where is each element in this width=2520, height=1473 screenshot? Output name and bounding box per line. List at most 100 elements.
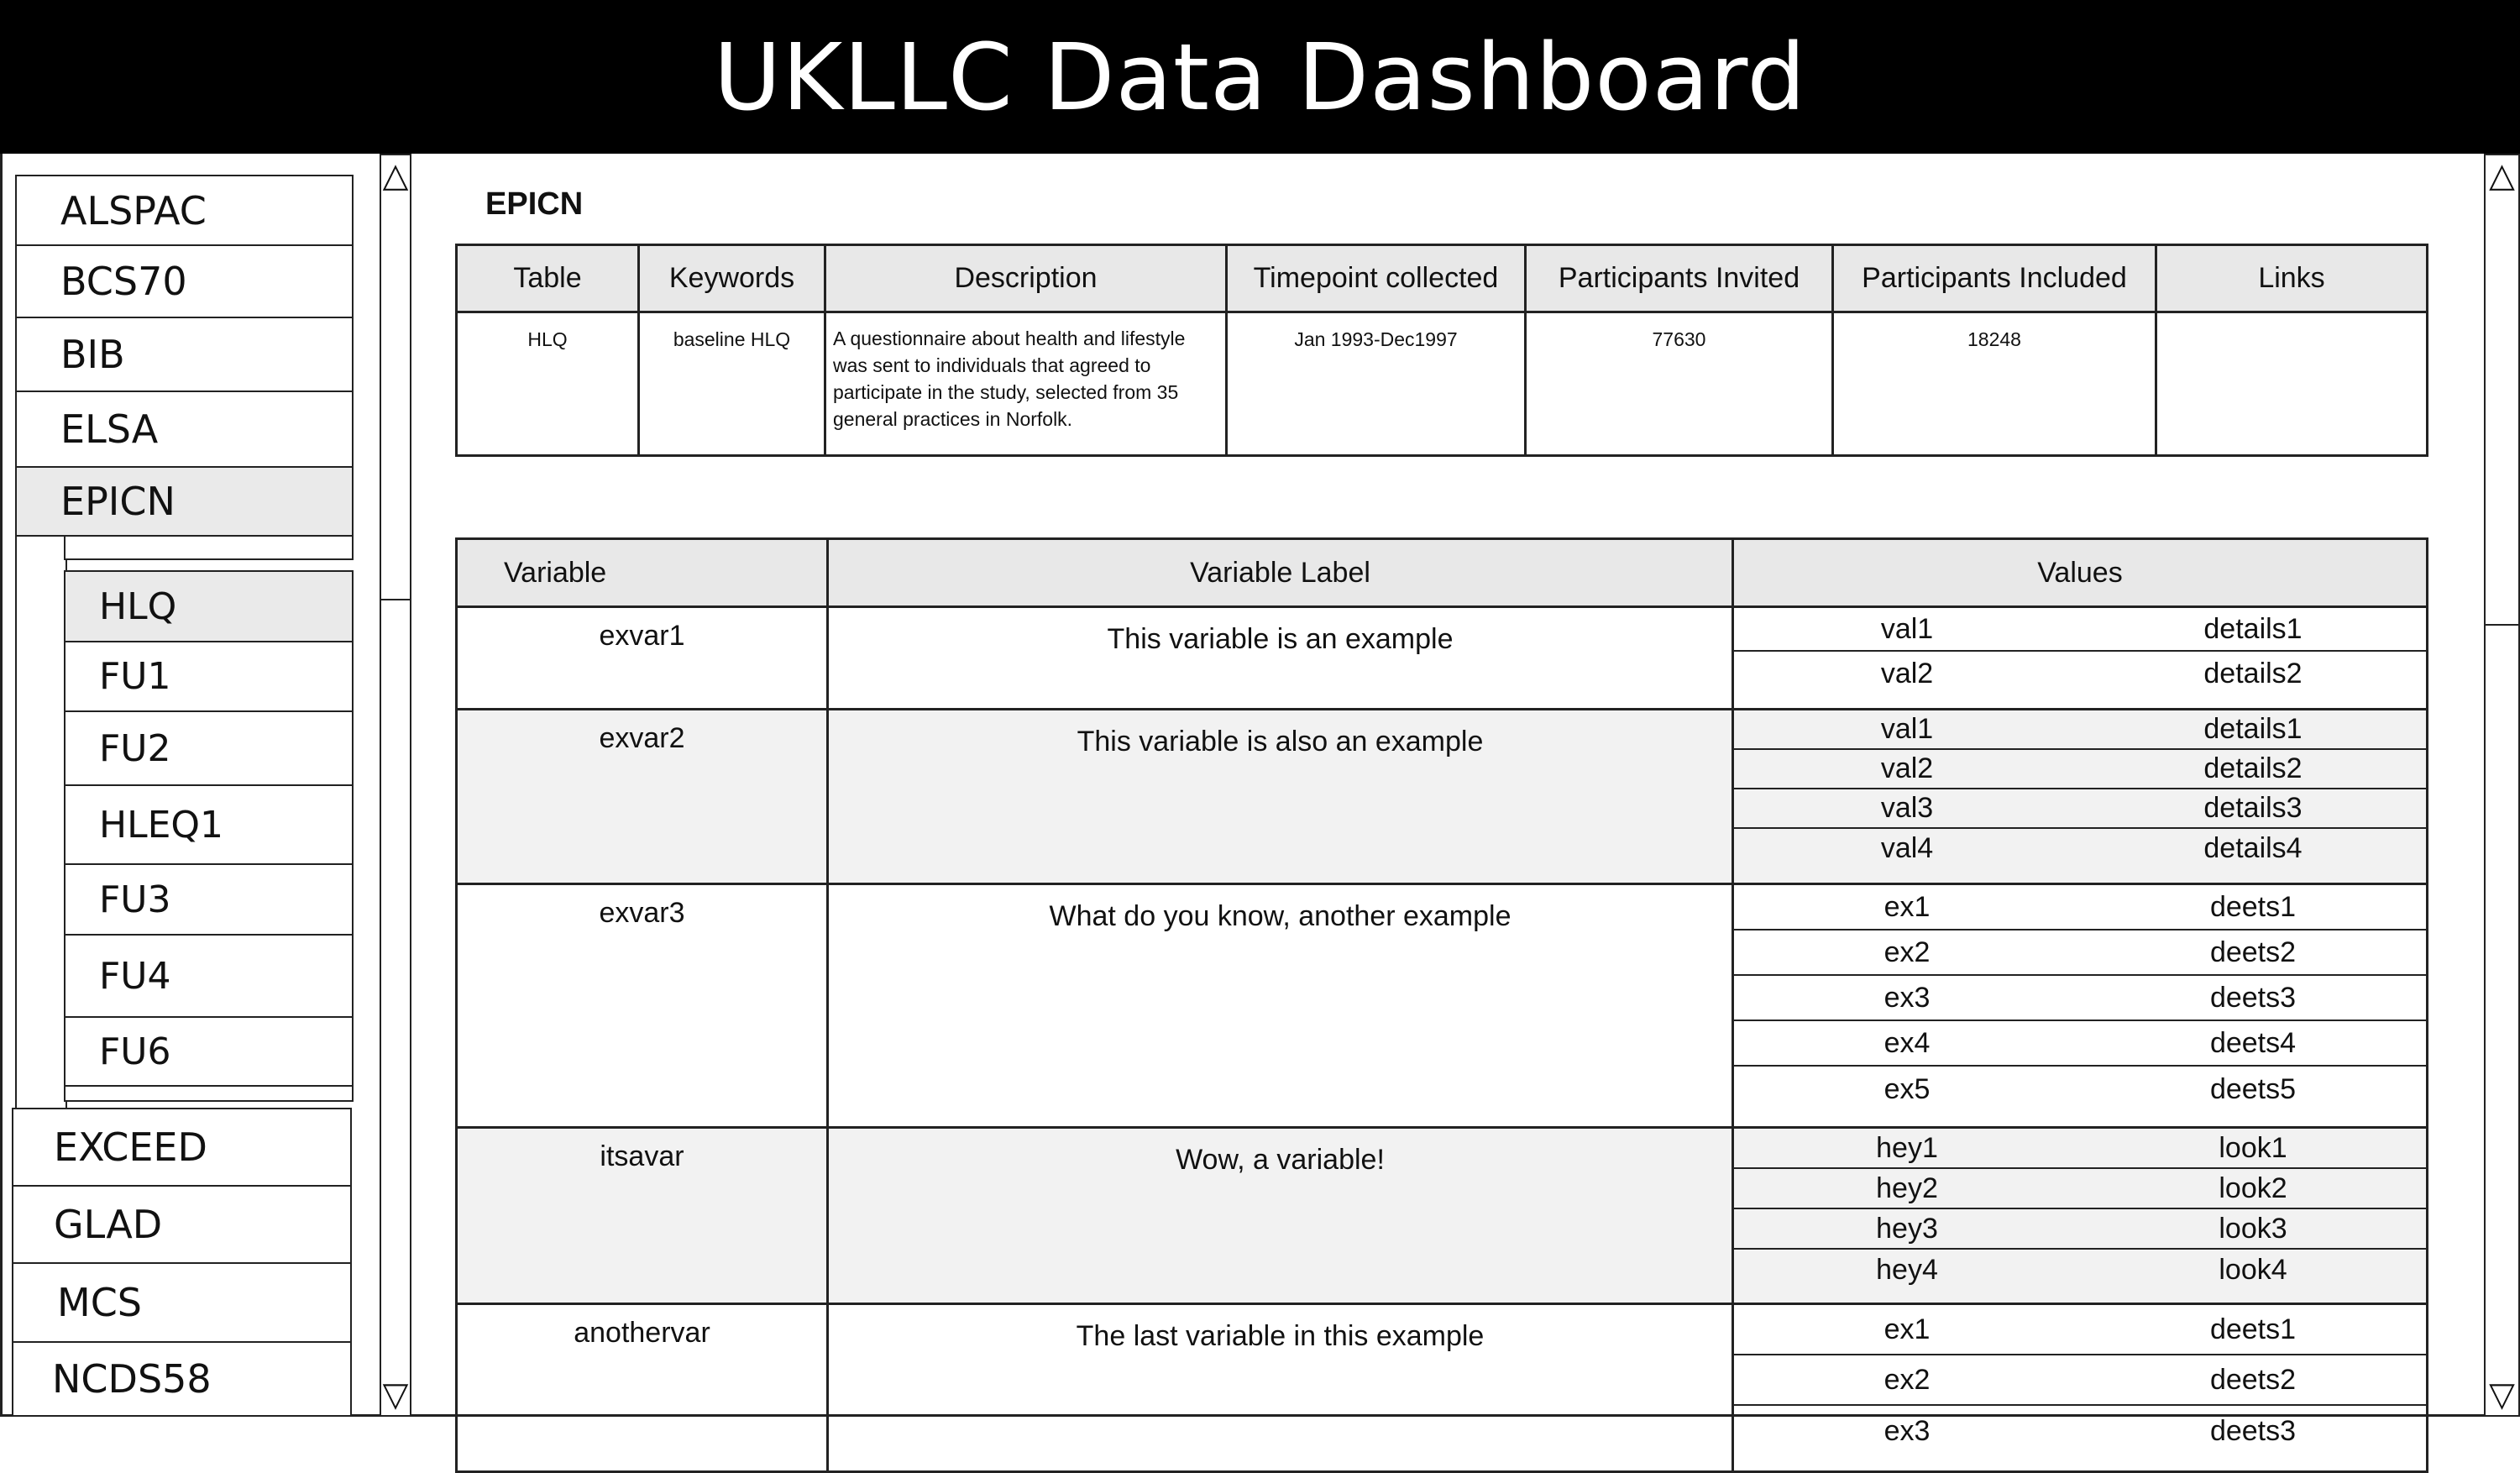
value-code: ex3 [1883,1414,1931,1447]
scroll-down-icon[interactable]: ▽ [381,1376,410,1413]
table-row: anothervar The last variable in this exam… [455,1303,2428,1473]
sidebar-subitem-footer [64,1085,354,1102]
value-detail: details2 [2203,657,2303,689]
value-code: ex2 [1883,1363,1931,1396]
value-detail: look1 [2219,1131,2287,1164]
sidebar-item-epicn[interactable]: EPICN [15,466,354,537]
sidebar-subitem-fu4[interactable]: FU4 [64,934,354,1018]
sidebar-subitem-header [64,537,354,560]
sidebar-subitem-fu1[interactable]: FU1 [64,641,354,712]
value-detail: deets2 [2209,936,2297,968]
value-code: val2 [1880,657,1934,689]
links-cell[interactable] [2155,311,2428,457]
sidebar-subitem-fu3[interactable]: FU3 [64,863,354,936]
values-cell: ex1 deets1 ex2 deets2 ex3 deets3 ex4 deets4 ex5 d… [1732,883,2428,1129]
value-detail: deets3 [2209,1414,2297,1447]
value-row: val2 details2 [1734,652,2426,695]
variable-name-cell: itsavar [455,1126,829,1305]
value-row: ex1 deets1 [1734,1305,2426,1355]
variable-label-cell: This variable is also an example [826,708,1734,885]
table-row: exvar1 This variable is an example val1 det… [455,605,2428,710]
value-detail: details3 [2203,792,2303,824]
value-detail: deets3 [2209,981,2297,1014]
description-cell: A questionnaire about health and lifesty… [824,311,1228,457]
variable-label-cell: Wow, a variable! [826,1126,1734,1305]
value-code: val1 [1880,713,1934,745]
value-row: ex3 deets3 [1734,1406,2426,1456]
value-code: val2 [1880,752,1934,784]
value-code: ex1 [1883,890,1931,923]
value-code: ex2 [1883,936,1931,968]
sidebar-scrollbar[interactable]: △ ▽ [380,154,411,1417]
value-code: ex3 [1883,981,1931,1014]
value-code: val3 [1880,792,1934,824]
table-row: itsavar Wow, a variable! hey1 look1 hey2 look… [455,1126,2428,1305]
value-code: val1 [1880,612,1934,645]
value-row: hey2 look2 [1734,1169,2426,1209]
variable-name-cell: exvar2 [455,708,829,885]
main-scroll-thumb[interactable] [2486,155,2518,626]
value-detail: deets2 [2209,1363,2297,1396]
value-row: ex5 deets5 [1734,1067,2426,1112]
sidebar-item-bib[interactable]: BIB [15,317,354,392]
values-cell: val1 details1 val2 details2 [1732,605,2428,710]
value-row: val4 details4 [1734,829,2426,868]
value-code: hey4 [1876,1253,1938,1286]
value-detail: details4 [2203,832,2303,864]
value-row: hey3 look3 [1734,1209,2426,1250]
value-detail: look3 [2219,1212,2287,1245]
value-row: ex1 deets1 [1734,885,2426,930]
table-row: exvar3 What do you know, another example e… [455,883,2428,1129]
value-detail: deets5 [2209,1072,2297,1105]
value-row: ex4 deets4 [1734,1021,2426,1067]
value-row: ex3 deets3 [1734,976,2426,1021]
variable-label-cell: The last variable in this example [826,1303,1734,1473]
value-detail: deets1 [2209,890,2297,923]
sidebar-subitem-fu2[interactable]: FU2 [64,710,354,786]
invited-cell: 77630 [1524,311,1834,457]
value-row: val3 details3 [1734,789,2426,829]
value-row: val1 details1 [1734,608,2426,652]
values-cell: val1 details1 val2 details2 val3 details3 val4… [1732,708,2428,885]
value-detail: details1 [2203,713,2303,745]
value-code: ex5 [1883,1072,1931,1105]
variable-name-cell: exvar1 [455,605,829,710]
timepoint-cell: Jan 1993-Dec1997 [1225,311,1527,457]
page-title: EPICN [485,186,584,222]
sidebar-subitem-hleq1[interactable]: HLEQ1 [64,784,354,865]
sidebar-item-ncds58[interactable]: NCDS58 [12,1341,352,1417]
table-info: Table Keywords Description Timepoint col… [455,244,2428,457]
sidebar-item-exceed[interactable]: EXCEED [12,1108,352,1187]
value-row: ex2 deets2 [1734,930,2426,976]
sidebar-subitem-fu6[interactable]: FU6 [64,1016,354,1087]
column-header: Values [1732,537,2428,608]
keywords-cell: baseline HLQ [637,311,826,457]
variable-label-cell: What do you know, another example [826,883,1734,1129]
column-header: Variable Label [826,537,1734,608]
sidebar-item-mcs[interactable]: MCS [12,1262,352,1343]
sidebar-item-elsa[interactable]: ELSA [15,391,354,468]
variables-table: Variable Variable Label Values exvar1 Thi… [455,537,2428,1473]
sidebar-scroll-thumb[interactable] [381,155,410,600]
app-title: UKLLC Data Dashboard [0,0,2520,154]
sidebar-item-alspac[interactable]: ALSPAC [15,175,354,246]
variable-label-cell: This variable is an example [826,605,1734,710]
value-code: ex1 [1883,1313,1931,1345]
variable-name-cell: exvar3 [455,883,829,1129]
column-header: Participants Invited [1524,244,1834,313]
values-cell: hey1 look1 hey2 look2 hey3 look3 hey4 look4 [1732,1126,2428,1305]
value-detail: details2 [2203,752,2303,784]
table-cell: HLQ [455,311,640,457]
value-detail: deets1 [2209,1313,2297,1345]
sidebar-item-glad[interactable]: GLAD [12,1185,352,1264]
column-header: Timepoint collected [1225,244,1527,313]
table-row: HLQ baseline HLQ A questionnaire about h… [455,311,2428,457]
column-header: Links [2155,244,2428,313]
column-header: Description [824,244,1228,313]
main-scrollbar[interactable]: △ ▽ [2484,154,2520,1417]
scroll-down-icon[interactable]: ▽ [2486,1376,2518,1413]
value-row: val1 details1 [1734,710,2426,750]
sidebar-subitem-hlq[interactable]: HLQ [64,570,354,642]
sidebar-item-bcs70[interactable]: BCS70 [15,244,354,318]
value-code: hey2 [1876,1172,1938,1204]
